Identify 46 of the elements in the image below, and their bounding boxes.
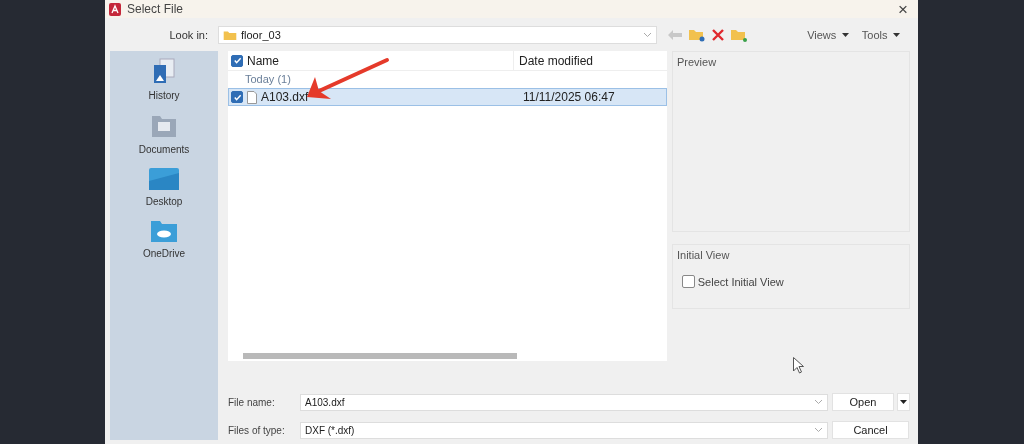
select-all-checkbox[interactable]: [231, 54, 243, 67]
open-button[interactable]: Open: [832, 393, 894, 411]
cancel-button[interactable]: Cancel: [832, 421, 909, 439]
cursor-icon: [793, 356, 804, 373]
new-folder-icon[interactable]: [731, 28, 747, 42]
date-modified: 11/11/2025 06:47: [522, 89, 615, 106]
dropdown-button[interactable]: [897, 393, 910, 411]
window-title: Select File: [127, 1, 184, 18]
group-header[interactable]: Today (1): [228, 71, 667, 88]
field-label: File name:: [228, 395, 276, 410]
file-row[interactable]: A103.dxf 11/11/2025 06:47: [228, 88, 667, 106]
app-icon: [109, 2, 121, 16]
sidebar-item[interactable]: Documents: [138, 113, 190, 157]
group-title: Initial View: [676, 248, 731, 263]
menu-button[interactable]: Tools: [861, 26, 900, 44]
chevron-icon: [814, 427, 823, 433]
checkbox[interactable]: [231, 91, 243, 103]
field-label: Files of type:: [228, 423, 286, 438]
chevron-icon: [643, 32, 652, 38]
caret-icon: [900, 400, 907, 404]
caret-icon: [841, 33, 849, 37]
sidebar-item[interactable]: OneDrive: [142, 219, 186, 261]
checkbox-label[interactable]: Select Initial View: [673, 265, 909, 290]
chevron-icon: [814, 399, 823, 405]
caret-icon: [893, 33, 900, 37]
column-header[interactable]: Name: [243, 51, 513, 70]
folder-icon: [223, 29, 237, 41]
column-header[interactable]: Date modified: [513, 50, 594, 71]
file-name: A103.dxf: [260, 89, 310, 106]
close-button[interactable]: ×: [892, 0, 914, 18]
look-in-dropdown[interactable]: floor_03: [218, 26, 657, 44]
checkbox[interactable]: [682, 275, 695, 289]
look-in-label: Look in:: [168, 27, 209, 43]
delete-icon[interactable]: [712, 29, 724, 41]
file-icon: [247, 90, 257, 104]
file-name-field[interactable]: A103.dxf: [300, 393, 828, 411]
preview-label: Preview: [676, 55, 718, 70]
folder-name: floor_03: [241, 27, 281, 43]
scrollbar-thumb[interactable]: [243, 353, 517, 359]
sidebar-item[interactable]: History: [148, 57, 180, 103]
sidebar-item[interactable]: Desktop: [145, 167, 183, 209]
menu-button[interactable]: Views: [807, 26, 849, 44]
desktop-icon: [148, 167, 180, 191]
file-type-dropdown[interactable]: DXF (*.dxf): [300, 421, 828, 439]
cloud-folder-icon: [150, 219, 178, 243]
documents-icon: [150, 113, 178, 139]
